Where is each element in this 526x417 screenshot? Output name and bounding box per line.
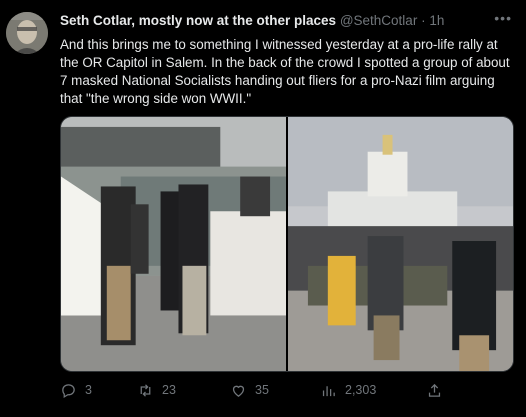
like-count: 35: [255, 383, 269, 397]
reply-count: 3: [85, 383, 92, 397]
tweet-text: And this brings me to something I witnes…: [60, 37, 510, 106]
reply-icon: [62, 384, 75, 399]
author-handle[interactable]: @SethCotlar: [340, 13, 418, 28]
tweet[interactable]: Seth Cotlar, mostly now at the other pla…: [0, 0, 526, 417]
separator-dot: ·: [421, 13, 426, 28]
views-icon: [322, 386, 335, 397]
share-button[interactable]: [426, 382, 443, 399]
retweet-count: 23: [162, 383, 176, 397]
avatar[interactable]: [6, 12, 48, 54]
views-button[interactable]: 2,303: [320, 382, 376, 399]
action-bar: 3 23 35 2,303: [60, 382, 510, 402]
tweet-media[interactable]: [60, 116, 514, 372]
share-icon: [428, 383, 441, 397]
author-name[interactable]: Seth Cotlar, mostly now at the other pla…: [60, 13, 336, 28]
like-icon: [232, 385, 245, 397]
photo-masked-group[interactable]: [61, 117, 286, 371]
like-button[interactable]: 35: [230, 382, 269, 399]
views-count: 2,303: [345, 383, 377, 397]
tweet-timestamp[interactable]: 1h: [429, 13, 444, 28]
tweet-header: Seth Cotlar, mostly now at the other pla…: [60, 12, 510, 30]
reply-button[interactable]: 3: [60, 382, 92, 399]
retweet-icon: [140, 384, 151, 397]
retweet-button[interactable]: 23: [137, 382, 176, 399]
ellipsis-icon[interactable]: •••: [494, 10, 512, 26]
photo-capitol-rally[interactable]: [288, 117, 513, 371]
